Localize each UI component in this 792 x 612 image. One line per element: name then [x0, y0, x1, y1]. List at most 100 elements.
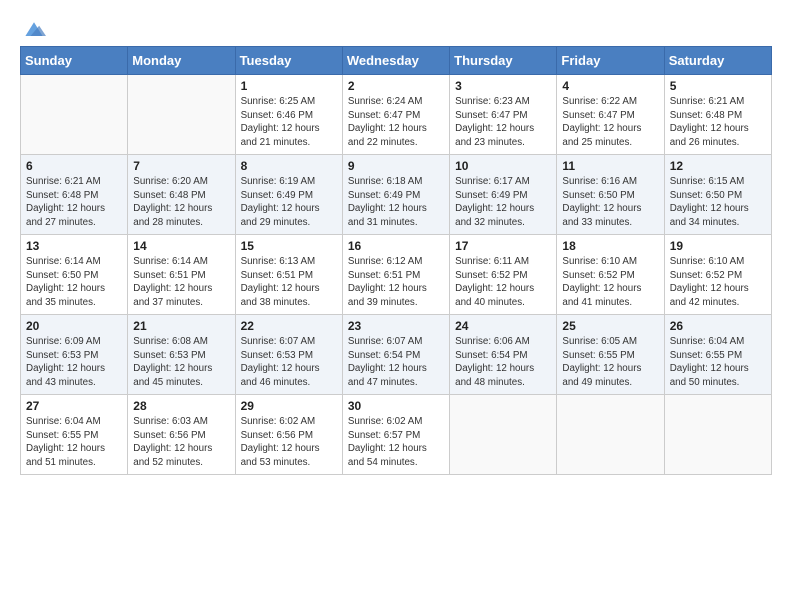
calendar-day-cell — [664, 395, 771, 475]
day-number: 26 — [670, 319, 766, 333]
day-number: 28 — [133, 399, 229, 413]
day-info: Sunrise: 6:04 AMSunset: 6:55 PMDaylight:… — [670, 335, 766, 390]
calendar-day-cell: 24 Sunrise: 6:06 AMSunset: 6:54 PMDayligh… — [450, 315, 557, 395]
calendar-week-row: 20Sunrise: 6:09 AMSunset: 6:53 PMDayligh… — [21, 315, 772, 395]
calendar-day-cell: 1 Sunrise: 6:25 AMSunset: 6:46 PMDaylight… — [235, 75, 342, 155]
calendar-day-cell: 2 Sunrise: 6:24 AMSunset: 6:47 PMDaylight… — [342, 75, 449, 155]
day-number: 24 — [455, 319, 551, 333]
calendar-day-cell: 16 Sunrise: 6:12 AMSunset: 6:51 PMDayligh… — [342, 235, 449, 315]
day-info: Sunrise: 6:14 AMSunset: 6:51 PMDaylight:… — [133, 255, 229, 310]
calendar-day-cell — [557, 395, 664, 475]
calendar-day-cell: 20Sunrise: 6:09 AMSunset: 6:53 PMDayligh… — [21, 315, 128, 395]
day-number: 15 — [241, 239, 337, 253]
calendar-day-header: Sunday — [21, 47, 128, 75]
calendar-day-cell: 29 Sunrise: 6:02 AMSunset: 6:56 PMDayligh… — [235, 395, 342, 475]
day-info: Sunrise: 6:22 AMSunset: 6:47 PMDaylight:… — [562, 95, 658, 150]
day-number: 6 — [26, 159, 122, 173]
calendar-day-cell: 12 Sunrise: 6:15 AMSunset: 6:50 PMDayligh… — [664, 155, 771, 235]
day-info: Sunrise: 6:23 AMSunset: 6:47 PMDaylight:… — [455, 95, 551, 150]
calendar-day-cell: 10 Sunrise: 6:17 AMSunset: 6:49 PMDayligh… — [450, 155, 557, 235]
calendar-day-header: Friday — [557, 47, 664, 75]
day-info: Sunrise: 6:16 AMSunset: 6:50 PMDaylight:… — [562, 175, 658, 230]
day-info: Sunrise: 6:21 AMSunset: 6:48 PMDaylight:… — [670, 95, 766, 150]
calendar-day-cell: 19 Sunrise: 6:10 AMSunset: 6:52 PMDayligh… — [664, 235, 771, 315]
calendar-day-cell: 18 Sunrise: 6:10 AMSunset: 6:52 PMDayligh… — [557, 235, 664, 315]
calendar-week-row: 6Sunrise: 6:21 AMSunset: 6:48 PMDaylight… — [21, 155, 772, 235]
day-number: 22 — [241, 319, 337, 333]
day-number: 1 — [241, 79, 337, 93]
day-number: 23 — [348, 319, 444, 333]
day-number: 21 — [133, 319, 229, 333]
calendar-day-header: Tuesday — [235, 47, 342, 75]
calendar-day-cell: 30 Sunrise: 6:02 AMSunset: 6:57 PMDayligh… — [342, 395, 449, 475]
calendar-day-cell: 3 Sunrise: 6:23 AMSunset: 6:47 PMDaylight… — [450, 75, 557, 155]
calendar-day-cell — [128, 75, 235, 155]
calendar-day-header: Saturday — [664, 47, 771, 75]
calendar-day-header: Wednesday — [342, 47, 449, 75]
day-info: Sunrise: 6:11 AMSunset: 6:52 PMDaylight:… — [455, 255, 551, 310]
day-info: Sunrise: 6:10 AMSunset: 6:52 PMDaylight:… — [670, 255, 766, 310]
day-info: Sunrise: 6:19 AMSunset: 6:49 PMDaylight:… — [241, 175, 337, 230]
day-info: Sunrise: 6:10 AMSunset: 6:52 PMDaylight:… — [562, 255, 658, 310]
calendar-day-cell: 7Sunrise: 6:20 AMSunset: 6:48 PMDaylight… — [128, 155, 235, 235]
calendar-day-cell: 14 Sunrise: 6:14 AMSunset: 6:51 PMDayligh… — [128, 235, 235, 315]
day-info: Sunrise: 6:24 AMSunset: 6:47 PMDaylight:… — [348, 95, 444, 150]
day-number: 27 — [26, 399, 122, 413]
calendar-day-cell: 5 Sunrise: 6:21 AMSunset: 6:48 PMDaylight… — [664, 75, 771, 155]
calendar-day-cell: 4 Sunrise: 6:22 AMSunset: 6:47 PMDaylight… — [557, 75, 664, 155]
day-number: 14 — [133, 239, 229, 253]
calendar-week-row: 1 Sunrise: 6:25 AMSunset: 6:46 PMDaylight… — [21, 75, 772, 155]
day-number: 12 — [670, 159, 766, 173]
calendar-table: SundayMondayTuesdayWednesdayThursdayFrid… — [20, 46, 772, 475]
day-info: Sunrise: 6:18 AMSunset: 6:49 PMDaylight:… — [348, 175, 444, 230]
day-info: Sunrise: 6:02 AMSunset: 6:56 PMDaylight:… — [241, 415, 337, 470]
day-info: Sunrise: 6:03 AMSunset: 6:56 PMDaylight:… — [133, 415, 229, 470]
logo-icon — [22, 20, 46, 40]
day-info: Sunrise: 6:25 AMSunset: 6:46 PMDaylight:… — [241, 95, 337, 150]
header — [20, 20, 772, 36]
day-number: 19 — [670, 239, 766, 253]
calendar-day-cell: 25Sunrise: 6:05 AMSunset: 6:55 PMDayligh… — [557, 315, 664, 395]
day-number: 25 — [562, 319, 658, 333]
day-number: 4 — [562, 79, 658, 93]
day-info: Sunrise: 6:07 AMSunset: 6:54 PMDaylight:… — [348, 335, 444, 390]
day-number: 7 — [133, 159, 229, 173]
day-number: 3 — [455, 79, 551, 93]
calendar-day-cell: 6Sunrise: 6:21 AMSunset: 6:48 PMDaylight… — [21, 155, 128, 235]
logo — [20, 20, 46, 36]
day-number: 18 — [562, 239, 658, 253]
calendar-day-cell: 23 Sunrise: 6:07 AMSunset: 6:54 PMDayligh… — [342, 315, 449, 395]
calendar-day-cell — [21, 75, 128, 155]
day-number: 5 — [670, 79, 766, 93]
day-info: Sunrise: 6:07 AMSunset: 6:53 PMDaylight:… — [241, 335, 337, 390]
day-number: 11 — [562, 159, 658, 173]
day-number: 20 — [26, 319, 122, 333]
day-info: Sunrise: 6:06 AMSunset: 6:54 PMDaylight:… — [455, 335, 551, 390]
day-number: 2 — [348, 79, 444, 93]
calendar-day-cell: 9Sunrise: 6:18 AMSunset: 6:49 PMDaylight… — [342, 155, 449, 235]
calendar-day-cell: 27Sunrise: 6:04 AMSunset: 6:55 PMDayligh… — [21, 395, 128, 475]
calendar-day-cell — [450, 395, 557, 475]
day-number: 8 — [241, 159, 337, 173]
day-info: Sunrise: 6:02 AMSunset: 6:57 PMDaylight:… — [348, 415, 444, 470]
day-info: Sunrise: 6:14 AMSunset: 6:50 PMDaylight:… — [26, 255, 122, 310]
day-info: Sunrise: 6:17 AMSunset: 6:49 PMDaylight:… — [455, 175, 551, 230]
day-number: 29 — [241, 399, 337, 413]
calendar-day-cell: 11 Sunrise: 6:16 AMSunset: 6:50 PMDayligh… — [557, 155, 664, 235]
day-number: 13 — [26, 239, 122, 253]
day-info: Sunrise: 6:08 AMSunset: 6:53 PMDaylight:… — [133, 335, 229, 390]
day-info: Sunrise: 6:12 AMSunset: 6:51 PMDaylight:… — [348, 255, 444, 310]
day-number: 16 — [348, 239, 444, 253]
calendar-day-cell: 26 Sunrise: 6:04 AMSunset: 6:55 PMDayligh… — [664, 315, 771, 395]
calendar-day-cell: 21 Sunrise: 6:08 AMSunset: 6:53 PMDayligh… — [128, 315, 235, 395]
calendar-day-header: Monday — [128, 47, 235, 75]
calendar-day-cell: 17Sunrise: 6:11 AMSunset: 6:52 PMDayligh… — [450, 235, 557, 315]
calendar-day-cell: 15Sunrise: 6:13 AMSunset: 6:51 PMDayligh… — [235, 235, 342, 315]
calendar-day-cell: 13 Sunrise: 6:14 AMSunset: 6:50 PMDayligh… — [21, 235, 128, 315]
calendar-header-row: SundayMondayTuesdayWednesdayThursdayFrid… — [21, 47, 772, 75]
day-number: 30 — [348, 399, 444, 413]
day-number: 10 — [455, 159, 551, 173]
calendar-week-row: 27Sunrise: 6:04 AMSunset: 6:55 PMDayligh… — [21, 395, 772, 475]
day-info: Sunrise: 6:15 AMSunset: 6:50 PMDaylight:… — [670, 175, 766, 230]
calendar-day-cell: 22 Sunrise: 6:07 AMSunset: 6:53 PMDayligh… — [235, 315, 342, 395]
